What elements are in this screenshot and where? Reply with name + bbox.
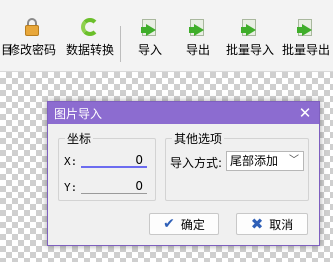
batch-export-icon (295, 16, 317, 38)
image-import-dialog: 图片导入 ✕ 坐标 X: 0 Y: 0 其他选项 导入方式: 尾部添加 ﹀ ✔ … (47, 101, 320, 246)
import-mode-label: 导入方式: (170, 156, 223, 170)
close-icon[interactable]: ✕ (291, 102, 319, 124)
toolbar-item-batch-export[interactable]: 批量导出 (282, 16, 330, 70)
toolbar-item-import[interactable]: 导入 (138, 16, 162, 70)
cancel-button[interactable]: ✖ 取消 (236, 213, 308, 235)
lock-icon (21, 16, 43, 38)
chevron-down-icon: ﹀ (289, 155, 299, 166)
x-input[interactable]: 0 (81, 152, 147, 168)
import-mode-value: 尾部添加 (230, 154, 279, 168)
batch-import-icon (239, 16, 261, 38)
y-label: Y: (64, 181, 78, 194)
toolbar-label: 批量导入 (226, 43, 275, 57)
toolbar-label: 导出 (186, 43, 211, 57)
ok-label: 确定 (180, 217, 205, 232)
close-icon: ✖ (250, 215, 264, 233)
ok-button[interactable]: ✔ 确定 (149, 213, 219, 235)
x-label: X: (64, 155, 78, 168)
options-group: 其他选项 导入方式: 尾部添加 ﹀ (165, 130, 309, 201)
toolbar-item-change-password[interactable]: 修改密码 (8, 16, 56, 70)
y-input[interactable]: 0 (81, 178, 147, 194)
toolbar-separator (120, 26, 121, 62)
import-mode-select[interactable]: 尾部添加 ﹀ (226, 151, 304, 171)
toolbar-label: 数据转换 (66, 43, 115, 57)
dialog-titlebar[interactable]: 图片导入 ✕ (48, 102, 319, 124)
check-icon: ✔ (163, 216, 175, 232)
import-arrow-icon (139, 16, 161, 38)
refresh-icon (79, 16, 101, 38)
toolbar: 目 修改密码 数据转换 导入 导出 批量导入 批量导出 (0, 0, 333, 72)
export-arrow-icon (187, 16, 209, 38)
options-group-title: 其他选项 (172, 130, 225, 147)
toolbar-item-data-convert[interactable]: 数据转换 (66, 16, 114, 70)
toolbar-label: 批量导出 (282, 43, 331, 57)
cancel-label: 取消 (269, 217, 294, 232)
coords-group-title: 坐标 (65, 130, 94, 147)
dialog-title: 图片导入 (54, 106, 103, 121)
toolbar-item-batch-import[interactable]: 批量导入 (226, 16, 274, 70)
coords-group: 坐标 X: 0 Y: 0 (58, 130, 156, 201)
toolbar-label: 导入 (138, 43, 163, 57)
toolbar-label: 修改密码 (8, 43, 57, 57)
toolbar-item-export[interactable]: 导出 (186, 16, 210, 70)
